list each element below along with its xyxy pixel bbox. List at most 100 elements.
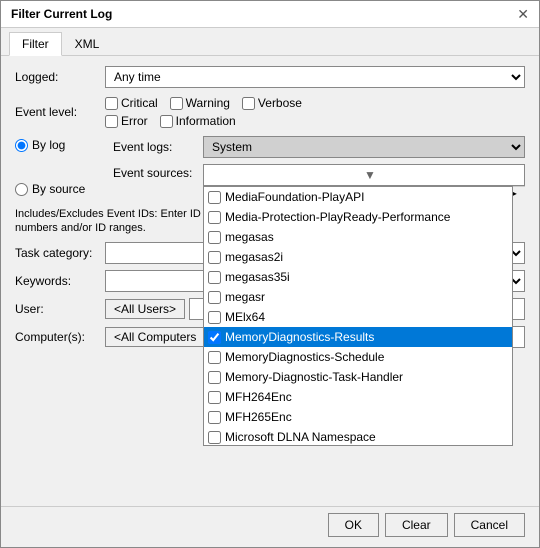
list-item-label: megasas35i	[225, 270, 290, 284]
includes-note: Includes/Excludes Event IDs: Enter ID nu…	[15, 207, 225, 236]
verbose-checkbox[interactable]	[242, 97, 255, 110]
logged-select[interactable]: Any time	[105, 66, 525, 88]
dialog-title: Filter Current Log	[11, 7, 112, 21]
list-item[interactable]: megasas35i	[204, 267, 512, 287]
list-item-checkbox[interactable]	[208, 271, 221, 284]
event-logs-select[interactable]: System	[203, 136, 525, 158]
event-logs-row: Event logs: System	[113, 136, 525, 158]
critical-checkbox-item[interactable]: Critical	[105, 96, 158, 110]
list-item-label: Memory-Diagnostic-Task-Handler	[225, 370, 403, 384]
list-item[interactable]: MemoryDiagnostics-Schedule	[204, 347, 512, 367]
warning-checkbox[interactable]	[170, 97, 183, 110]
list-item-checkbox[interactable]	[208, 351, 221, 364]
error-checkbox-item[interactable]: Error	[105, 114, 148, 128]
by-source-radio[interactable]	[15, 183, 28, 196]
event-sources-label: Event sources:	[113, 164, 203, 180]
logged-label: Logged:	[15, 70, 105, 84]
filter-dialog: Filter Current Log ✕ Filter XML Logged: …	[0, 0, 540, 548]
list-item[interactable]: megasr	[204, 287, 512, 307]
list-item-label: megasas	[225, 230, 274, 244]
event-sources-dropdown-area: ▼ MediaFoundation-PlayAPIMedia-Protectio…	[203, 164, 525, 201]
list-item-label: megasas2i	[225, 250, 283, 264]
logged-row: Logged: Any time	[15, 66, 525, 88]
list-item-checkbox[interactable]	[208, 291, 221, 304]
list-item[interactable]: Memory-Diagnostic-Task-Handler	[204, 367, 512, 387]
list-item[interactable]: megasas	[204, 227, 512, 247]
checkboxes-row-2: Error Information	[105, 114, 525, 128]
computers-label: Computer(s):	[15, 330, 105, 344]
critical-label: Critical	[121, 96, 158, 110]
list-item-checkbox[interactable]	[208, 411, 221, 424]
bottom-buttons: OK Clear Cancel	[1, 506, 539, 547]
information-label: Information	[176, 114, 236, 128]
critical-checkbox[interactable]	[105, 97, 118, 110]
error-checkbox[interactable]	[105, 115, 118, 128]
list-item-checkbox[interactable]	[208, 231, 221, 244]
event-sources-header[interactable]: ▼	[203, 164, 525, 186]
close-button[interactable]: ✕	[517, 7, 529, 21]
list-item-checkbox[interactable]	[208, 391, 221, 404]
dropdown-arrow-icon: ▼	[364, 168, 520, 182]
event-level-checkboxes: Critical Warning Verbose Error	[105, 96, 525, 128]
log-source-row: By log By source Event logs: System Eve	[15, 136, 525, 207]
list-item-checkbox[interactable]	[208, 371, 221, 384]
list-item-label: MFH265Enc	[225, 410, 292, 424]
event-logs-label: Event logs:	[113, 140, 203, 154]
list-item-checkbox[interactable]	[208, 191, 221, 204]
list-item[interactable]: MFH265Enc	[204, 407, 512, 427]
error-label: Error	[121, 114, 148, 128]
list-item-checkbox[interactable]	[208, 211, 221, 224]
list-item-label: MElx64	[225, 310, 265, 324]
warning-label: Warning	[186, 96, 230, 110]
by-log-label: By log	[32, 138, 65, 152]
verbose-label: Verbose	[258, 96, 302, 110]
by-source-radio-item[interactable]: By source	[15, 182, 105, 196]
list-item-label: MFH264Enc	[225, 390, 292, 404]
by-log-radio-item[interactable]: By log	[15, 138, 105, 152]
event-level-label: Event level:	[15, 105, 105, 119]
list-item-label: Media-Protection-PlayReady-Performance	[225, 210, 450, 224]
form-content: Logged: Any time Event level: Critical W…	[1, 56, 539, 506]
logged-dropdown-area: Any time	[105, 66, 525, 88]
list-item-checkbox[interactable]	[208, 311, 221, 324]
task-category-label: Task category:	[15, 246, 105, 260]
list-item[interactable]: MFH264Enc	[204, 387, 512, 407]
list-item-label: MemoryDiagnostics-Schedule	[225, 350, 384, 364]
list-item[interactable]: MemoryDiagnostics-Results	[204, 327, 512, 347]
event-sources-row: Event sources: ▼ MediaFoundation-PlayAPI…	[113, 164, 525, 201]
tabs-bar: Filter XML	[1, 28, 539, 56]
list-item[interactable]: Media-Protection-PlayReady-Performance	[204, 207, 512, 227]
information-checkbox-item[interactable]: Information	[160, 114, 236, 128]
radio-group: By log By source	[15, 136, 105, 196]
list-item-checkbox[interactable]	[208, 251, 221, 264]
list-item-label: Microsoft DLNA Namespace	[225, 430, 376, 444]
cancel-button[interactable]: Cancel	[454, 513, 525, 537]
keywords-label: Keywords:	[15, 274, 105, 288]
information-checkbox[interactable]	[160, 115, 173, 128]
list-item[interactable]: MediaFoundation-PlayAPI	[204, 187, 512, 207]
event-logs-dropdown-area: System	[203, 136, 525, 158]
title-bar: Filter Current Log ✕	[1, 1, 539, 28]
all-computers-button[interactable]: <All Computers	[105, 327, 205, 347]
checkboxes-row-1: Critical Warning Verbose	[105, 96, 525, 110]
ok-button[interactable]: OK	[328, 513, 379, 537]
event-level-row: Event level: Critical Warning Verbose	[15, 96, 525, 128]
event-sources-list: MediaFoundation-PlayAPI Media-Protection-…	[203, 186, 513, 446]
tab-filter[interactable]: Filter	[9, 32, 62, 56]
by-source-label: By source	[32, 182, 85, 196]
all-users-button[interactable]: <All Users>	[105, 299, 185, 319]
list-item[interactable]: MElx64	[204, 307, 512, 327]
list-item-checkbox[interactable]	[208, 431, 221, 444]
list-item[interactable]: megasas2i	[204, 247, 512, 267]
clear-button[interactable]: Clear	[385, 513, 448, 537]
list-item-label: MediaFoundation-PlayAPI	[225, 190, 364, 204]
list-item[interactable]: Microsoft DLNA Namespace	[204, 427, 512, 446]
list-item-checkbox[interactable]	[208, 331, 221, 344]
list-item-label: megasr	[225, 290, 265, 304]
list-item-label: MemoryDiagnostics-Results	[225, 330, 374, 344]
by-log-radio[interactable]	[15, 139, 28, 152]
tab-xml[interactable]: XML	[62, 32, 113, 55]
verbose-checkbox-item[interactable]: Verbose	[242, 96, 302, 110]
user-label: User:	[15, 302, 105, 316]
warning-checkbox-item[interactable]: Warning	[170, 96, 230, 110]
